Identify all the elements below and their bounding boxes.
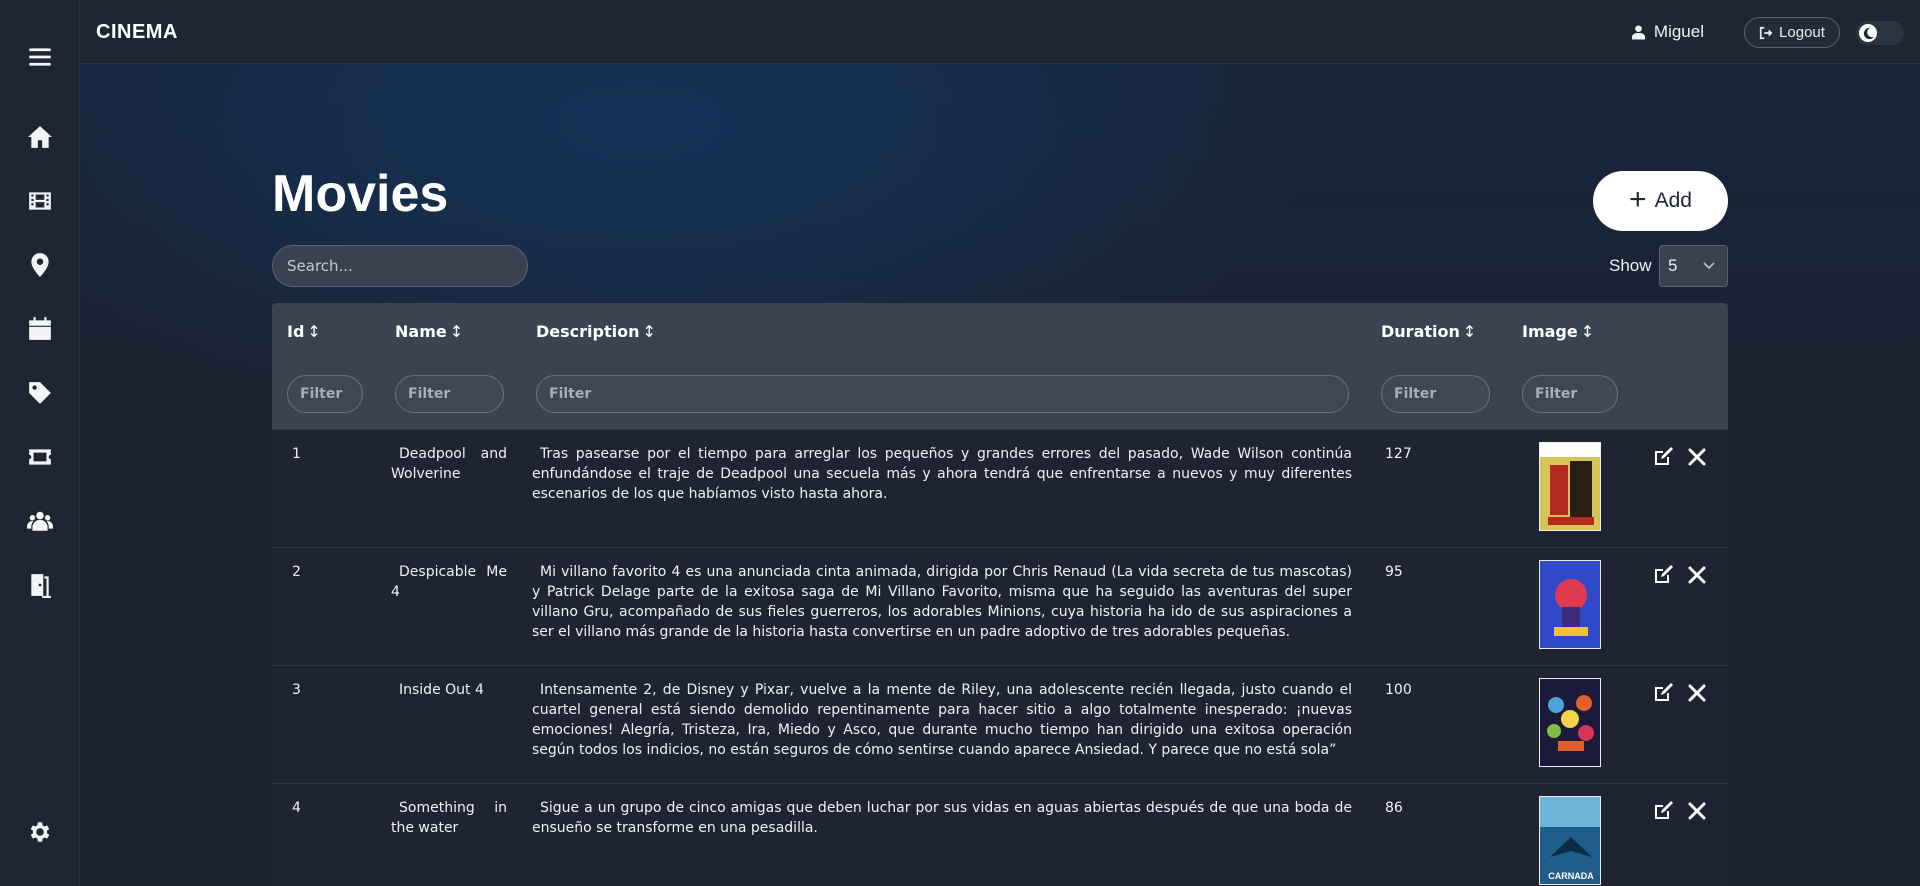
cell-duration: 100: [1385, 682, 1412, 698]
movie-poster: [1539, 678, 1601, 767]
svg-text:CARNADA: CARNADA: [1548, 871, 1594, 881]
column-header-description[interactable]: Description ↕: [536, 322, 656, 341]
ticket-icon[interactable]: [18, 435, 62, 479]
edit-icon[interactable]: [1650, 562, 1676, 588]
cell-description: Tras pasearse por el tiempo para arregla…: [532, 446, 1352, 502]
cell-duration: 86: [1385, 800, 1403, 816]
filter-name[interactable]: [395, 375, 504, 413]
film-icon[interactable]: [18, 179, 62, 223]
plus-icon: +: [1629, 182, 1647, 216]
table-row[interactable]: 2 Despicable Me 4 Mi villano favorito 4 …: [272, 547, 1728, 665]
table-row[interactable]: 1 Deadpool and Wolverine Tras pasearse p…: [272, 429, 1728, 547]
sort-icon: ↕: [307, 322, 321, 341]
column-header-duration[interactable]: Duration ↕: [1381, 322, 1476, 341]
sort-icon: ↕: [1462, 322, 1477, 341]
filter-duration[interactable]: [1381, 375, 1490, 413]
table-row[interactable]: 4 Something in the water Sigue a un grup…: [272, 783, 1728, 886]
users-icon[interactable]: [18, 499, 62, 543]
filter-description[interactable]: [536, 375, 1349, 413]
user-name: Miguel: [1653, 22, 1704, 41]
cell-id: 1: [292, 446, 301, 462]
cell-name: Inside Out 4: [399, 682, 484, 698]
chevron-down-icon: [1703, 262, 1715, 270]
calendar-icon[interactable]: [18, 307, 62, 351]
cell-description: Intensamente 2, de Disney y Pixar, vuelv…: [532, 682, 1352, 758]
sort-icon: ↕: [642, 322, 656, 341]
column-header-id[interactable]: Id ↕: [287, 322, 321, 341]
location-icon[interactable]: [18, 243, 62, 287]
home-icon[interactable]: [18, 115, 62, 159]
search-input[interactable]: [272, 245, 528, 287]
column-header-name[interactable]: Name ↕: [395, 322, 463, 341]
movie-poster: [1539, 560, 1601, 649]
table-row[interactable]: 3 Inside Out 4 Intensamente 2, de Disney…: [272, 665, 1728, 783]
user-info: Miguel: [1631, 22, 1704, 42]
cell-description: Mi villano favorito 4 es una anunciada c…: [532, 564, 1352, 640]
delete-icon[interactable]: [1684, 444, 1710, 470]
gear-icon[interactable]: [18, 810, 62, 854]
add-movie-button[interactable]: + Add: [1593, 171, 1728, 231]
cell-id: 3: [292, 682, 301, 698]
table-header: Id ↕ Name ↕ Description ↕ Duration ↕ Image ↕: [272, 303, 1728, 429]
exit-icon[interactable]: [18, 563, 62, 607]
sidebar: [0, 0, 80, 886]
edit-icon[interactable]: [1650, 444, 1676, 470]
sort-icon: ↕: [1580, 322, 1595, 341]
filter-image[interactable]: [1522, 375, 1618, 413]
sort-icon: ↕: [449, 322, 464, 341]
theme-toggle[interactable]: [1856, 21, 1904, 45]
logout-button[interactable]: Logout: [1744, 17, 1840, 48]
brand-logo[interactable]: CINEMA: [96, 21, 178, 44]
filter-id[interactable]: [287, 375, 363, 413]
page-title: Movies: [272, 165, 449, 223]
tag-icon[interactable]: [18, 371, 62, 415]
show-label: Show: [1609, 256, 1652, 275]
cell-duration: 127: [1385, 446, 1412, 462]
column-header-image[interactable]: Image ↕: [1522, 322, 1594, 341]
edit-icon[interactable]: [1650, 680, 1676, 706]
movie-poster: [1539, 442, 1601, 531]
cell-name: Despicable Me 4: [391, 564, 507, 600]
movie-poster: CARNADA: [1539, 796, 1601, 885]
topbar: CINEMA Miguel Logout: [80, 0, 1920, 64]
delete-icon[interactable]: [1684, 680, 1710, 706]
delete-icon[interactable]: [1684, 798, 1710, 824]
menu-icon[interactable]: [18, 35, 62, 79]
cell-name: Deadpool and Wolverine: [391, 446, 507, 482]
delete-icon[interactable]: [1684, 562, 1710, 588]
moon-icon: [1859, 24, 1877, 42]
cell-name: Something in the water: [391, 800, 507, 836]
cell-description: Sigue a un grupo de cinco amigas que deb…: [532, 800, 1352, 836]
user-icon: [1631, 25, 1645, 40]
page-size-select[interactable]: 5: [1659, 245, 1728, 287]
logout-icon: [1759, 26, 1773, 39]
cell-id: 4: [292, 800, 301, 816]
cell-id: 2: [292, 564, 301, 580]
cell-duration: 95: [1385, 564, 1403, 580]
edit-icon[interactable]: [1650, 798, 1676, 824]
